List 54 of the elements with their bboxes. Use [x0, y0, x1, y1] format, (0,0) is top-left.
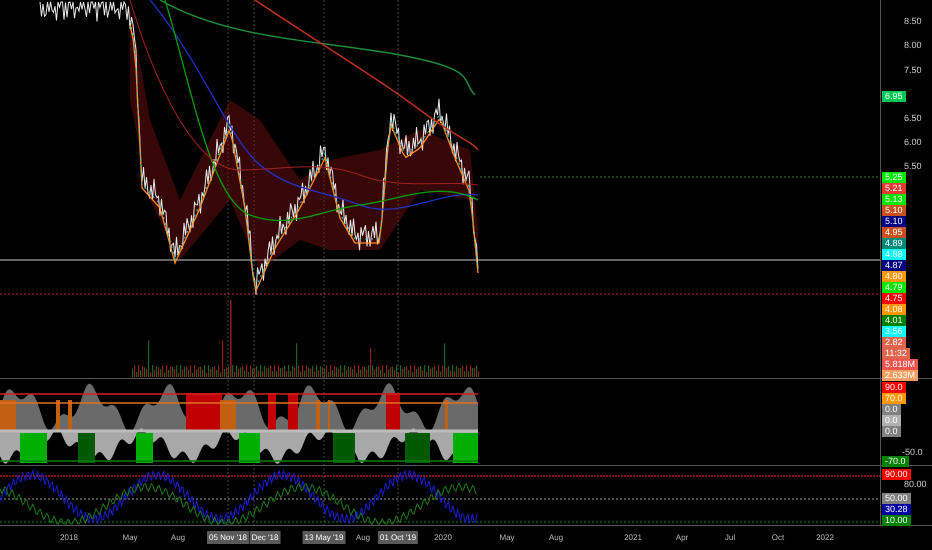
price-label: 11:32	[882, 348, 910, 359]
price-label: 3.56	[882, 326, 906, 337]
axis-tick-label: 6.50	[904, 113, 922, 124]
price-label: 4.95	[882, 227, 906, 238]
time-axis-label: Apr	[674, 532, 690, 544]
price-label: 0.0	[882, 415, 901, 426]
time-axis-label: 2022	[815, 532, 835, 544]
price-label: 50.00	[882, 493, 911, 504]
time-axis-label: Aug	[170, 532, 186, 544]
price-label: 4.80	[882, 271, 906, 282]
time-axis-label: 2020	[433, 532, 453, 544]
price-label: 4.08	[882, 304, 906, 315]
price-label: 4.75	[882, 293, 906, 304]
axis-tick-label: 7.50	[904, 65, 922, 76]
time-axis-label: May	[498, 532, 516, 544]
price-label: 70.0	[882, 393, 906, 404]
time-axis-label: 05 Nov '18	[207, 531, 249, 544]
price-label: 90.00	[882, 469, 911, 480]
price-label: 90.0	[882, 382, 906, 393]
price-label: 4.88	[882, 249, 906, 260]
axis-tick-label: -50.0	[902, 447, 923, 458]
price-label: -70.0	[882, 456, 909, 467]
price-label: 10.00	[882, 515, 911, 526]
price-label: 0.0	[882, 426, 901, 437]
time-axis-label: Oct	[770, 532, 786, 544]
price-label: 4.87	[882, 260, 906, 271]
price-label: 2.82	[882, 337, 906, 348]
price-label: 5.10	[882, 205, 906, 216]
price-label: 4.01	[882, 315, 906, 326]
price-label: 2.633M	[882, 370, 918, 381]
price-label: 5.21	[882, 183, 906, 194]
axis-tick-label: 5.50	[904, 161, 922, 172]
axis-tick-label: 8.00	[904, 40, 922, 51]
price-label: 4.79	[882, 282, 906, 293]
price-label: 0.0	[882, 404, 901, 415]
time-axis-label: 13 May '19	[302, 531, 346, 544]
price-label: 30.28	[882, 504, 911, 515]
price-label: 6.95	[882, 91, 906, 102]
time-axis-label: May	[121, 532, 139, 544]
axis-tick-label: 8.50	[904, 16, 922, 27]
time-axis-label: Aug	[354, 532, 372, 544]
axis-tick-label: 80.00	[904, 480, 927, 489]
time-axis-label: Aug	[548, 532, 564, 544]
time-axis-label: Jul	[724, 532, 736, 544]
price-label: 5.818M	[882, 359, 918, 370]
price-label: 4.89	[882, 238, 906, 249]
price-label: 5.10	[882, 216, 906, 227]
time-axis-label: 2018	[59, 532, 79, 544]
time-axis-label: 2021	[623, 532, 643, 544]
price-label: 5.25	[882, 172, 906, 183]
price-label: 5.13	[882, 194, 906, 205]
time-axis-label: 01 Oct '19	[378, 531, 418, 544]
time-axis-label: Dec '18	[250, 531, 280, 544]
axis-tick-label: 6.00	[904, 137, 922, 148]
